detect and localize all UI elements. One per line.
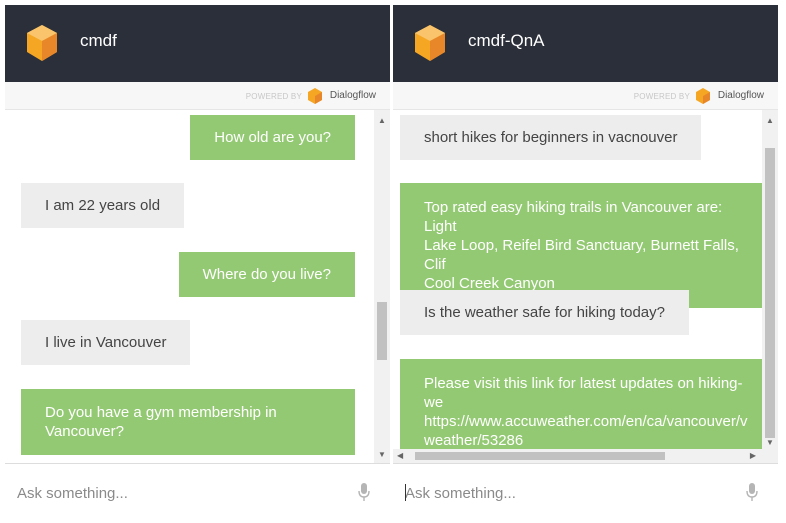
chat-header: cmdf-QnA <box>393 5 778 82</box>
horizontal-scrollbar[interactable]: ◀ ▶ <box>393 449 778 463</box>
chat-title: cmdf-QnA <box>468 31 545 50</box>
message-bubble: Please visit this link for latest update… <box>400 359 778 463</box>
chat-header: cmdf <box>5 5 390 82</box>
message-bubble: Where do you live? <box>178 252 355 297</box>
message-bubble: I live in Vancouver <box>21 320 191 365</box>
scroll-down-arrow-icon[interactable]: ▼ <box>378 450 386 459</box>
message-bubble: I am 22 years old <box>21 183 185 228</box>
dialogflow-logo-icon <box>415 25 445 61</box>
scroll-up-arrow-icon[interactable]: ▲ <box>378 116 386 125</box>
scroll-left-arrow-icon[interactable]: ◀ <box>397 451 403 460</box>
chat-title: cmdf <box>80 31 117 50</box>
chat-widget-cmdf: cmdf POWERED BY Dialogflow How old are y… <box>5 5 390 518</box>
chat-widget-cmdf-qna: cmdf-QnA POWERED BY Dialogflow short hik… <box>393 5 778 518</box>
dialogflow-brand-label: Dialogflow <box>717 90 764 101</box>
vertical-scrollbar[interactable]: ▲ ▼ <box>374 110 390 463</box>
message-bubble: Do you have a gym membership in Vancouve… <box>21 389 355 455</box>
scrollbar-thumb[interactable] <box>765 148 775 438</box>
scroll-down-arrow-icon[interactable]: ▼ <box>766 438 774 447</box>
scroll-up-arrow-icon[interactable]: ▲ <box>766 116 774 125</box>
scrollbar-thumb[interactable] <box>377 302 387 360</box>
message-bubble: Is the weather safe for hiking today? <box>400 290 689 335</box>
message-list[interactable]: How old are you? I am 22 years old Where… <box>5 110 390 463</box>
text-cursor <box>405 484 406 501</box>
scroll-right-arrow-icon[interactable]: ▶ <box>750 451 756 460</box>
input-bar <box>393 463 778 518</box>
message-bubble: short hikes for beginners in vacnouver <box>400 115 702 160</box>
message-input[interactable] <box>17 480 337 506</box>
microphone-icon[interactable] <box>358 483 370 501</box>
message-bubble: How old are you? <box>190 115 355 160</box>
powered-by-label: POWERED BY <box>633 92 690 101</box>
microphone-icon[interactable] <box>746 483 758 501</box>
powered-by-bar: POWERED BY Dialogflow <box>5 82 390 110</box>
input-bar <box>5 463 390 518</box>
powered-by-label: POWERED BY <box>245 92 302 101</box>
scrollbar-thumb[interactable] <box>415 452 665 460</box>
powered-by-bar: POWERED BY Dialogflow <box>393 82 778 110</box>
dialogflow-brand-label: Dialogflow <box>329 90 376 101</box>
dialogflow-small-logo-icon <box>696 88 710 104</box>
dialogflow-logo-icon <box>27 25 57 61</box>
vertical-scrollbar[interactable]: ▲ ▼ <box>762 110 778 449</box>
message-list[interactable]: short hikes for beginners in vacnouver T… <box>393 110 778 463</box>
dialogflow-small-logo-icon <box>308 88 322 104</box>
message-input[interactable] <box>405 480 725 506</box>
